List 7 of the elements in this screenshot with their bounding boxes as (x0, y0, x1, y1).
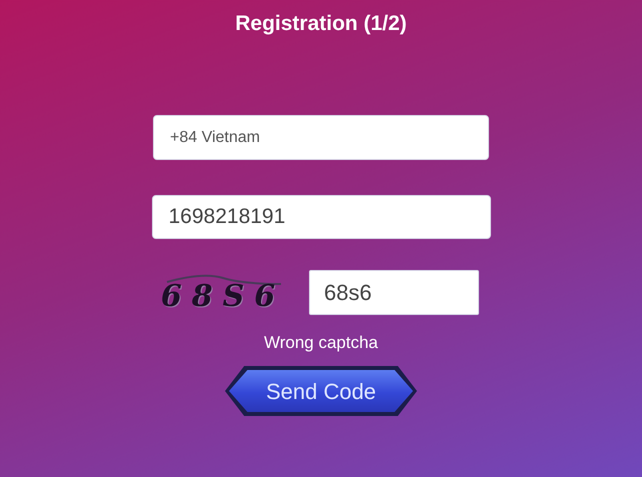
captcha-image: 68S6 (163, 272, 283, 314)
phone-field[interactable]: 1698218191 (152, 195, 490, 239)
captcha-field[interactable]: 68s6 (309, 270, 479, 315)
error-message: Wrong captcha (264, 332, 378, 354)
country-select[interactable]: +84 Vietnam (153, 115, 489, 160)
page-title: Registration (1/2) (235, 11, 407, 37)
send-code-button[interactable]: Send Code (225, 366, 417, 416)
